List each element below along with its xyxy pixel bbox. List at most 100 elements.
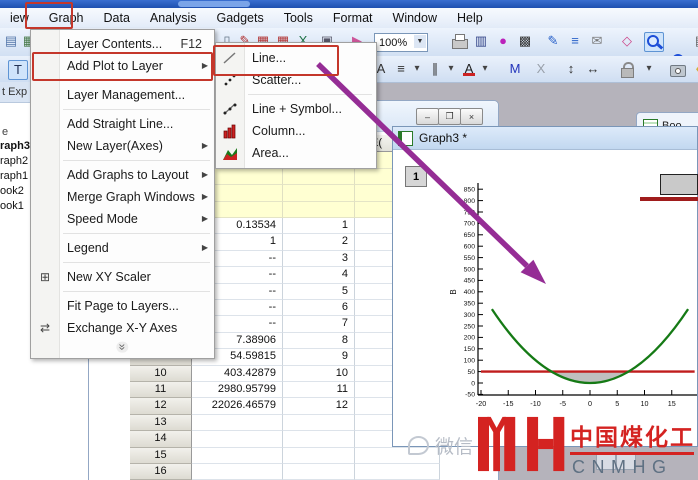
new-project-icon[interactable]: ▤ [2,32,20,50]
menu-item-exchange-xy-axes[interactable]: ⇄ Exchange X-Y Axes [31,317,214,339]
menu-item-new-layer-axes[interactable]: New Layer(Axes) ▶ [31,135,214,157]
menu-data[interactable]: Data [94,9,140,27]
value-cell[interactable]: 403.42879 [192,365,283,382]
menu-analysis[interactable]: Analysis [140,9,207,27]
submenu-item-column[interactable]: Column... [216,120,376,142]
value-cell[interactable] [192,447,283,464]
row-header[interactable]: 11 [130,382,192,399]
svg-text:-15: -15 [503,399,513,408]
partial-right-icon[interactable]: ▤ [692,32,698,50]
graph-plot[interactable]: -500501001502002503003504004505005506006… [392,148,698,447]
menu-item-layer-management[interactable]: Layer Management... [31,84,214,106]
restore-button[interactable]: ❐ [438,108,461,125]
clear-symbol-icon[interactable]: X [532,60,550,78]
svg-text:650: 650 [464,232,476,239]
svg-text:10: 10 [641,399,649,408]
minimize-button[interactable]: – [416,108,439,125]
svg-text:750: 750 [464,209,476,216]
submenu-arrow-icon: ▶ [201,243,208,252]
index-cell[interactable]: 4 [283,267,355,284]
cnmhg-logo: 中国煤化工 CNMHG [478,410,694,480]
menu-window[interactable]: Window [383,9,447,27]
menu-format[interactable]: Format [323,9,383,27]
row-header[interactable]: 13 [130,414,192,432]
layout-icon[interactable]: ≡ [566,32,584,50]
menu-tools[interactable]: Tools [274,9,323,27]
value-cell[interactable]: 2980.95799 [192,382,283,399]
index-cell[interactable]: 2 [283,234,355,251]
camera-icon[interactable] [668,60,686,78]
menu-item-fit-page-to-layers[interactable]: Fit Page to Layers... [31,295,214,317]
value-cell[interactable] [192,464,283,480]
menu-gadgets[interactable]: Gadgets [206,9,273,27]
menu-item-add-straight-line[interactable]: Add Straight Line... [31,113,214,135]
index-cell[interactable] [283,447,355,464]
label-row-cell[interactable] [283,185,355,202]
empty-cell[interactable] [355,464,440,480]
v-spacing-icon[interactable]: ↕ [562,60,580,78]
index-cell[interactable]: 12 [283,398,355,415]
svg-text:400: 400 [464,289,476,296]
distribute-dropdown-icon[interactable]: ▾ [442,60,460,78]
graph-window-titlebar[interactable]: Graph3 * [393,127,697,150]
print-icon[interactable] [450,32,468,50]
bulb-icon[interactable]: ♦ [690,60,698,78]
row-header[interactable]: 10 [130,365,192,382]
menu-help[interactable]: Help [447,9,493,27]
index-cell[interactable]: 7 [283,316,355,333]
index-cell[interactable]: 3 [283,250,355,268]
index-cell[interactable]: 11 [283,382,355,399]
wechat-icon [408,436,429,455]
index-cell[interactable]: 6 [283,300,355,317]
index-cell[interactable]: 9 [283,349,355,366]
index-cell[interactable] [283,414,355,432]
svg-text:600: 600 [464,244,476,251]
submenu-item-area[interactable]: Area... [216,142,376,164]
zoom-level-combo[interactable]: 100% ▼ [374,33,428,52]
menu-item-add-graphs-to-layout[interactable]: Add Graphs to Layout ▶ [31,164,214,186]
font-color-dropdown-icon[interactable]: ▾ [476,60,494,78]
close-button[interactable]: × [460,108,483,125]
index-cell[interactable]: 1 [283,218,355,235]
value-cell[interactable]: 22026.46579 [192,398,283,415]
submenu-arrow-icon: ▶ [201,214,208,223]
svg-text:850: 850 [464,187,476,194]
film-icon[interactable]: ▩ [516,32,534,50]
value-cell[interactable] [192,431,283,448]
menu-item-legend[interactable]: Legend ▶ [31,237,214,259]
label-row-cell[interactable] [283,201,355,218]
row-header[interactable]: 14 [130,431,192,448]
submenu-item-line-symbol[interactable]: Line + Symbol... [216,98,376,120]
exchange-axes-icon: ⇄ [39,321,51,335]
svg-text:0: 0 [588,399,592,408]
index-cell[interactable]: 10 [283,365,355,382]
lock-icon[interactable] [618,60,636,78]
index-cell[interactable]: 8 [283,332,355,350]
greek-symbol-icon[interactable]: M [506,60,524,78]
row-header[interactable]: 16 [130,464,192,480]
zoom-panel-icon[interactable] [644,32,664,52]
zoom-dropdown-icon[interactable]: ▼ [414,35,426,48]
value-cell[interactable] [192,414,283,432]
menu-item-speed-mode[interactable]: Speed Mode ▶ [31,208,214,230]
index-cell[interactable]: 5 [283,283,355,300]
h-spacing-icon[interactable]: ↔ [584,60,602,78]
mail-icon[interactable]: ✉ [588,32,606,50]
record-icon[interactable]: ● [494,32,512,50]
align-dropdown-icon[interactable]: ▾ [408,60,426,78]
text-tool-icon[interactable]: T [8,60,28,80]
menu-item-new-xy-scaler[interactable]: ⊞ New XY Scaler [31,266,214,288]
row-header[interactable]: 15 [130,447,192,464]
index-cell[interactable] [283,464,355,480]
slideshow-icon[interactable]: ▥ [472,32,490,50]
menu-item-merge-graph-windows[interactable]: Merge Graph Windows ▶ [31,186,214,208]
row-header[interactable]: 12 [130,398,192,415]
label-row-cell[interactable] [283,168,355,185]
svg-text:150: 150 [464,346,476,353]
lock-dropdown-icon[interactable]: ▾ [640,60,658,78]
index-cell[interactable] [283,431,355,448]
flowchart-icon[interactable]: ◇ [618,32,636,50]
svg-text:-10: -10 [530,399,540,408]
svg-text:-5: -5 [560,399,566,408]
edit-graph-icon[interactable]: ✎ [544,32,562,50]
